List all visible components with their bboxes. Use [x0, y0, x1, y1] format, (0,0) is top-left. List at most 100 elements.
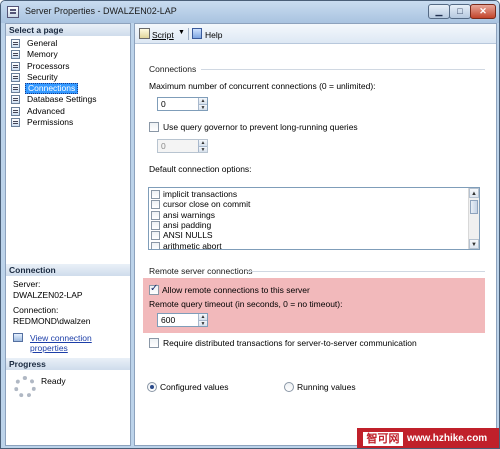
scroll-down-icon[interactable]: ▼	[469, 239, 479, 249]
default-connection-options-label: Default connection options:	[149, 164, 252, 174]
options-scrollbar[interactable]: ▲ ▼	[468, 188, 479, 249]
page-item-security[interactable]: Security	[8, 72, 128, 83]
option-row[interactable]: arithmetic abort	[149, 240, 467, 250]
server-label: Server:	[13, 279, 41, 289]
site-watermark: 智可网 www.hzhike.com	[357, 428, 499, 448]
default-connection-options-list[interactable]: implicit transactions cursor close on com…	[148, 187, 480, 250]
page-icon	[11, 72, 20, 82]
page-item-label: Security	[27, 71, 58, 82]
view-connection-properties-text[interactable]: View connection properties	[30, 333, 131, 353]
close-button[interactable]: ✕	[470, 4, 496, 19]
page-item-label: Processors	[27, 60, 70, 71]
use-query-governor-label: Use query governor to prevent long-runni…	[163, 122, 358, 132]
remote-group-label: Remote server connections	[149, 266, 253, 276]
server-value: DWALZEN02-LAP	[13, 289, 83, 300]
server-properties-window: Server Properties - DWALZEN02-LAP ▁ □ ✕ …	[0, 0, 500, 449]
remote-query-timeout-spinner[interactable]: ▲ ▼	[198, 314, 207, 327]
option-label: cursor close on commit	[163, 199, 251, 210]
option-checkbox[interactable]	[151, 190, 160, 199]
scroll-thumb[interactable]	[470, 200, 478, 214]
script-button[interactable]: Script	[152, 30, 174, 40]
option-row[interactable]: implicit transactions	[149, 189, 467, 200]
spin-down-icon[interactable]: ▼	[199, 104, 207, 111]
max-connections-value: 0	[161, 99, 166, 109]
require-distributed-transactions-label: Require distributed transactions for ser…	[163, 338, 417, 348]
help-icon[interactable]	[192, 28, 202, 39]
view-connection-properties-link[interactable]: View connection properties	[13, 332, 131, 353]
require-distributed-transactions-checkbox[interactable]	[149, 338, 159, 348]
allow-remote-connections-checkbox[interactable]	[149, 283, 159, 295]
script-dropdown-arrow-icon[interactable]: ▼	[178, 29, 185, 36]
page-item-label: Advanced	[27, 105, 65, 116]
page-item-database-settings[interactable]: Database Settings	[8, 94, 128, 105]
running-values-label: Running values	[297, 382, 356, 392]
minimize-button[interactable]: ▁	[428, 4, 450, 19]
max-connections-spinner[interactable]: ▲ ▼	[198, 98, 207, 111]
page-icon	[11, 61, 20, 71]
running-values-radio[interactable]	[284, 382, 294, 392]
maximize-button[interactable]: □	[449, 4, 471, 19]
page-item-label: Database Settings	[27, 94, 97, 105]
connection-value: REDMOND\dwalzen	[13, 315, 91, 326]
page-item-memory[interactable]: Memory	[8, 49, 128, 60]
script-icon[interactable]	[139, 28, 150, 39]
option-checkbox[interactable]	[151, 241, 160, 249]
window-title: Server Properties - DWALZEN02-LAP	[25, 6, 177, 16]
select-page-header: Select a page	[6, 24, 130, 36]
page-item-advanced[interactable]: Advanced	[8, 106, 128, 117]
option-checkbox[interactable]	[151, 220, 160, 230]
progress-header: Progress	[6, 358, 130, 370]
use-query-governor-checkbox[interactable]	[149, 122, 159, 132]
query-governor-value: 0	[161, 141, 166, 151]
help-button[interactable]: Help	[205, 30, 222, 40]
page-item-connections[interactable]: Connections	[8, 83, 128, 95]
page-icon	[11, 84, 20, 94]
scroll-up-icon[interactable]: ▲	[469, 188, 479, 198]
page-item-label: Connections	[25, 83, 79, 95]
left-pane: Select a page General Memory Processors Sec…	[5, 23, 131, 446]
page-icon	[11, 106, 20, 116]
page-item-label: Permissions	[27, 117, 74, 128]
max-connections-label: Maximum number of concurrent connections…	[149, 81, 376, 91]
right-pane: Script ▼ Help Connections Maximum number…	[134, 23, 497, 448]
watermark-logo-text: 智可网	[363, 432, 403, 446]
option-checkbox[interactable]	[151, 210, 160, 220]
page-item-general[interactable]: General	[8, 38, 128, 49]
connection-properties-icon	[13, 333, 23, 342]
option-label: ansi padding	[163, 219, 212, 230]
configured-values-radio[interactable]	[147, 382, 157, 392]
connection-info: Server: DWALZEN02-LAP Connection: REDMON…	[13, 279, 131, 326]
connections-group-label: Connections	[149, 64, 197, 74]
option-row[interactable]: cursor close on commit	[149, 199, 467, 210]
page-icon	[11, 95, 20, 105]
page-item-processors[interactable]: Processors	[8, 61, 128, 72]
option-row[interactable]: ansi padding	[149, 220, 467, 231]
progress-status: Ready	[41, 376, 66, 386]
progress-spinner-icon	[14, 376, 36, 398]
remote-query-timeout-label: Remote query timeout (in seconds, 0 = no…	[149, 299, 343, 309]
watermark-url: www.hzhike.com	[407, 433, 488, 444]
option-checkbox[interactable]	[151, 231, 160, 241]
option-checkbox[interactable]	[151, 200, 160, 210]
toolbar-separator	[188, 28, 189, 40]
toolbar: Script ▼ Help	[135, 24, 496, 44]
remote-group-divider	[247, 271, 485, 272]
spin-down-icon[interactable]: ▼	[199, 320, 207, 327]
connections-group-divider	[201, 69, 485, 70]
option-label: implicit transactions	[163, 189, 238, 199]
remote-query-timeout-input[interactable]: 600 ▲ ▼	[157, 313, 208, 327]
page-item-permissions[interactable]: Permissions	[8, 117, 128, 128]
title-bar[interactable]: Server Properties - DWALZEN02-LAP ▁ □ ✕	[1, 1, 499, 23]
configured-values-label: Configured values	[160, 382, 229, 392]
remote-query-timeout-value: 600	[161, 315, 176, 325]
option-row[interactable]: ANSI NULLS	[149, 230, 467, 241]
max-connections-input[interactable]: 0 ▲ ▼	[157, 97, 208, 111]
option-label: ansi warnings	[163, 209, 215, 220]
option-label: arithmetic abort	[163, 240, 222, 250]
spin-down-icon: ▼	[199, 146, 207, 153]
page-icon	[11, 50, 20, 60]
connection-label: Connection:	[13, 305, 59, 315]
page-item-label: Memory	[27, 49, 58, 60]
query-governor-input: 0 ▲ ▼	[157, 139, 208, 153]
option-row[interactable]: ansi warnings	[149, 210, 467, 221]
